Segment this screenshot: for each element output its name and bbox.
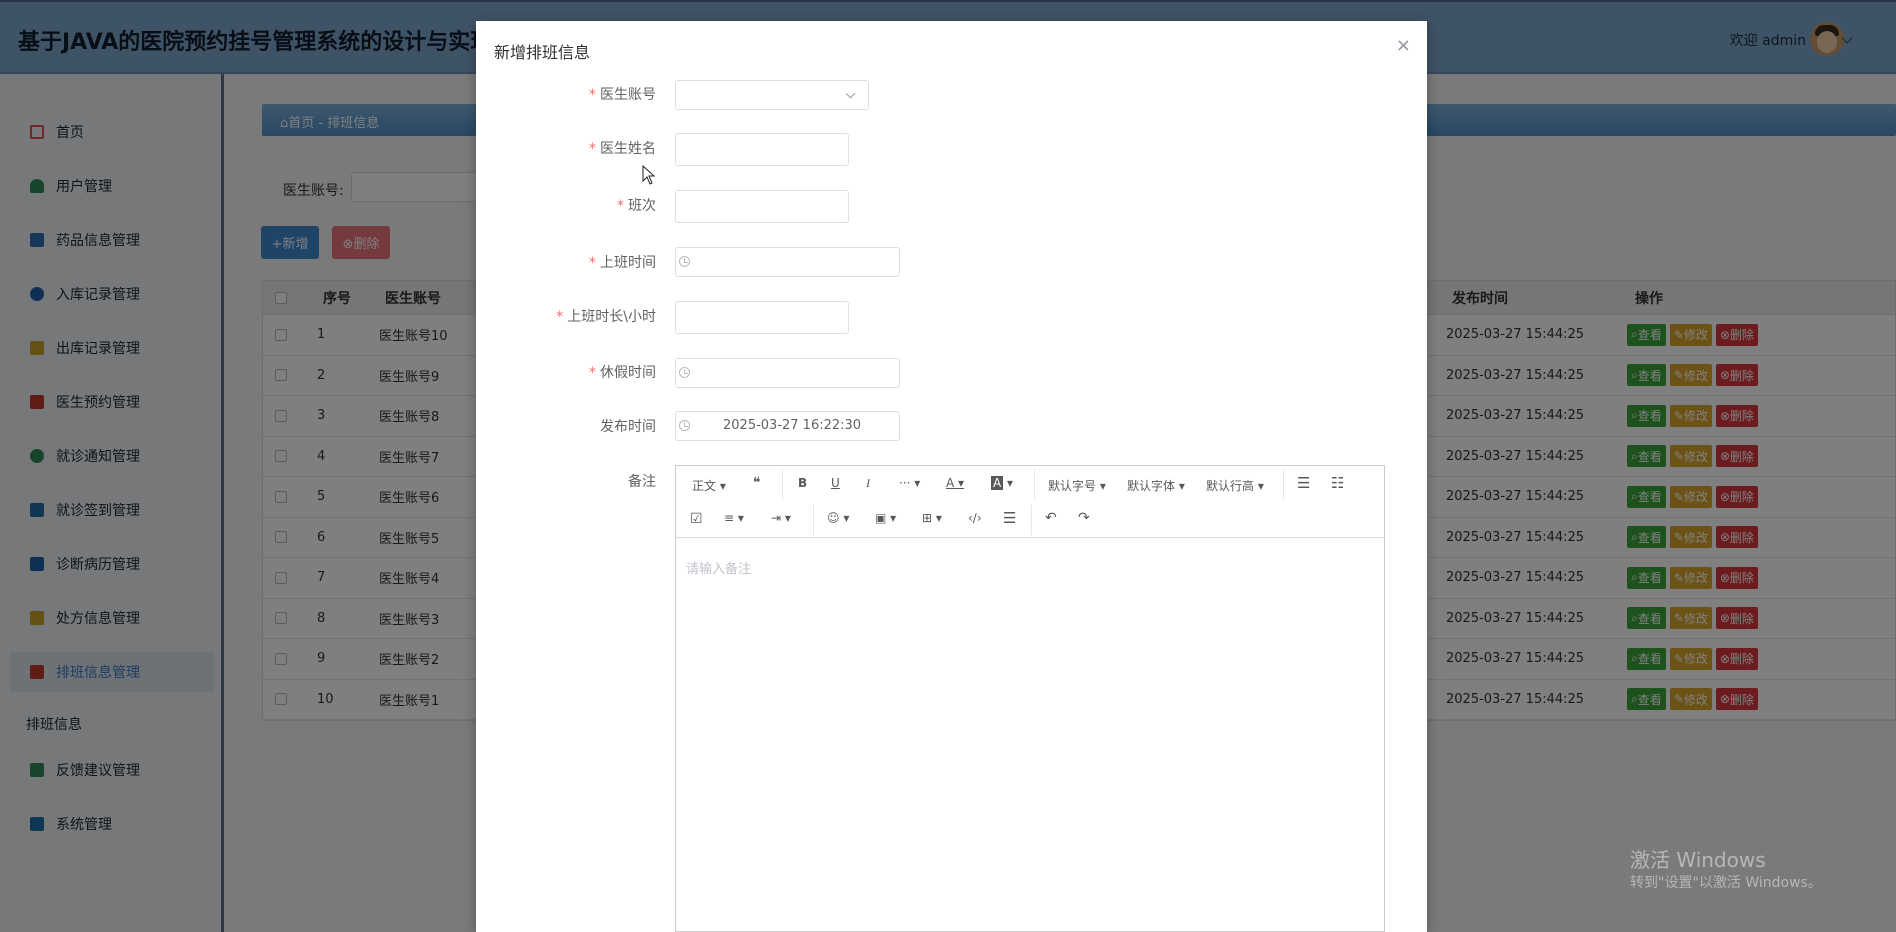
doctor-account-label: * 医生账号 [589, 87, 656, 103]
line-height-dropdown[interactable]: 默认行高 ▾ [1206, 477, 1264, 494]
code-icon[interactable]: ‹/› [968, 511, 982, 525]
chevron-down-icon [845, 88, 856, 99]
font-family-dropdown[interactable]: 默认字体 ▾ [1127, 477, 1185, 494]
clock-icon [679, 256, 690, 267]
shift-label: * 班次 [617, 198, 656, 214]
italic-icon[interactable]: I [866, 476, 870, 491]
editor-toolbar: 正文 ▾ ❝ B U I ··· ▾ A ▾ A ▾ 默认字号 ▾ 默认字体 ▾… [676, 466, 1384, 538]
image-icon[interactable]: ▣ ▾ [875, 511, 896, 525]
divider-icon[interactable]: ☰ [1003, 509, 1016, 527]
windows-activation-title: 激活 Windows [1630, 848, 1766, 872]
mouse-pointer-icon [642, 165, 656, 185]
emoji-icon[interactable]: ☺ ▾ [827, 511, 849, 525]
add-schedule-dialog: 新增排班信息 × * 医生账号 * 医生姓名 * 班次 * 上班时间 * 上班时长\小时 … [476, 21, 1427, 932]
publish-time-value: 2025-03-27 16:22:30 [723, 418, 862, 433]
close-icon[interactable]: × [1396, 35, 1411, 56]
bulleted-list-icon[interactable]: ☰ [1297, 474, 1310, 492]
page: 基于JAVA的医院预约挂号管理系统的设计与实现 欢迎 admin 首页 用户管理… [0, 0, 1896, 932]
table-icon[interactable]: ⊞ ▾ [922, 511, 942, 525]
align-icon[interactable]: ≡ ▾ [724, 511, 744, 525]
undo-icon[interactable]: ↶ [1045, 510, 1057, 526]
publish-time-label: 发布时间 [600, 419, 656, 435]
leave-time-label: * 休假时间 [589, 365, 656, 381]
more-icon[interactable]: ··· ▾ [899, 476, 920, 490]
doctor-account-select[interactable] [675, 80, 869, 110]
work-hours-input[interactable] [675, 301, 849, 334]
paragraph-dropdown[interactable]: 正文 ▾ [692, 477, 726, 494]
underline-icon[interactable]: U [831, 476, 840, 490]
shift-input[interactable] [675, 190, 849, 223]
work-time-picker[interactable] [675, 247, 900, 277]
indent-icon[interactable]: ⇥ ▾ [771, 511, 791, 525]
editor-placeholder[interactable]: 请输入备注 [686, 558, 751, 577]
windows-activation-hint: 转到"设置"以激活 Windows。 [1630, 875, 1822, 891]
remark-label: 备注 [628, 474, 656, 490]
work-time-label: * 上班时间 [589, 255, 656, 271]
leave-time-picker[interactable] [675, 358, 900, 388]
font-color-icon[interactable]: A ▾ [946, 476, 964, 490]
background-color-icon[interactable]: A ▾ [991, 476, 1013, 490]
work-hours-label: * 上班时长\小时 [556, 309, 656, 325]
font-size-dropdown[interactable]: 默认字号 ▾ [1048, 477, 1106, 494]
todo-icon[interactable]: ☑ [690, 511, 703, 527]
quote-icon[interactable]: ❝ [753, 475, 761, 491]
numbered-list-icon[interactable]: ☷ [1331, 474, 1344, 492]
bold-icon[interactable]: B [798, 476, 807, 490]
doctor-name-label: * 医生姓名 [589, 141, 656, 157]
doctor-name-input[interactable] [675, 133, 849, 166]
redo-icon[interactable]: ↷ [1078, 510, 1090, 526]
remark-rich-editor: 正文 ▾ ❝ B U I ··· ▾ A ▾ A ▾ 默认字号 ▾ 默认字体 ▾… [675, 465, 1385, 932]
clock-icon [679, 420, 690, 431]
dialog-title: 新增排班信息 [494, 43, 591, 62]
publish-time-picker[interactable]: 2025-03-27 16:22:30 [675, 411, 900, 441]
clock-icon [679, 367, 690, 378]
